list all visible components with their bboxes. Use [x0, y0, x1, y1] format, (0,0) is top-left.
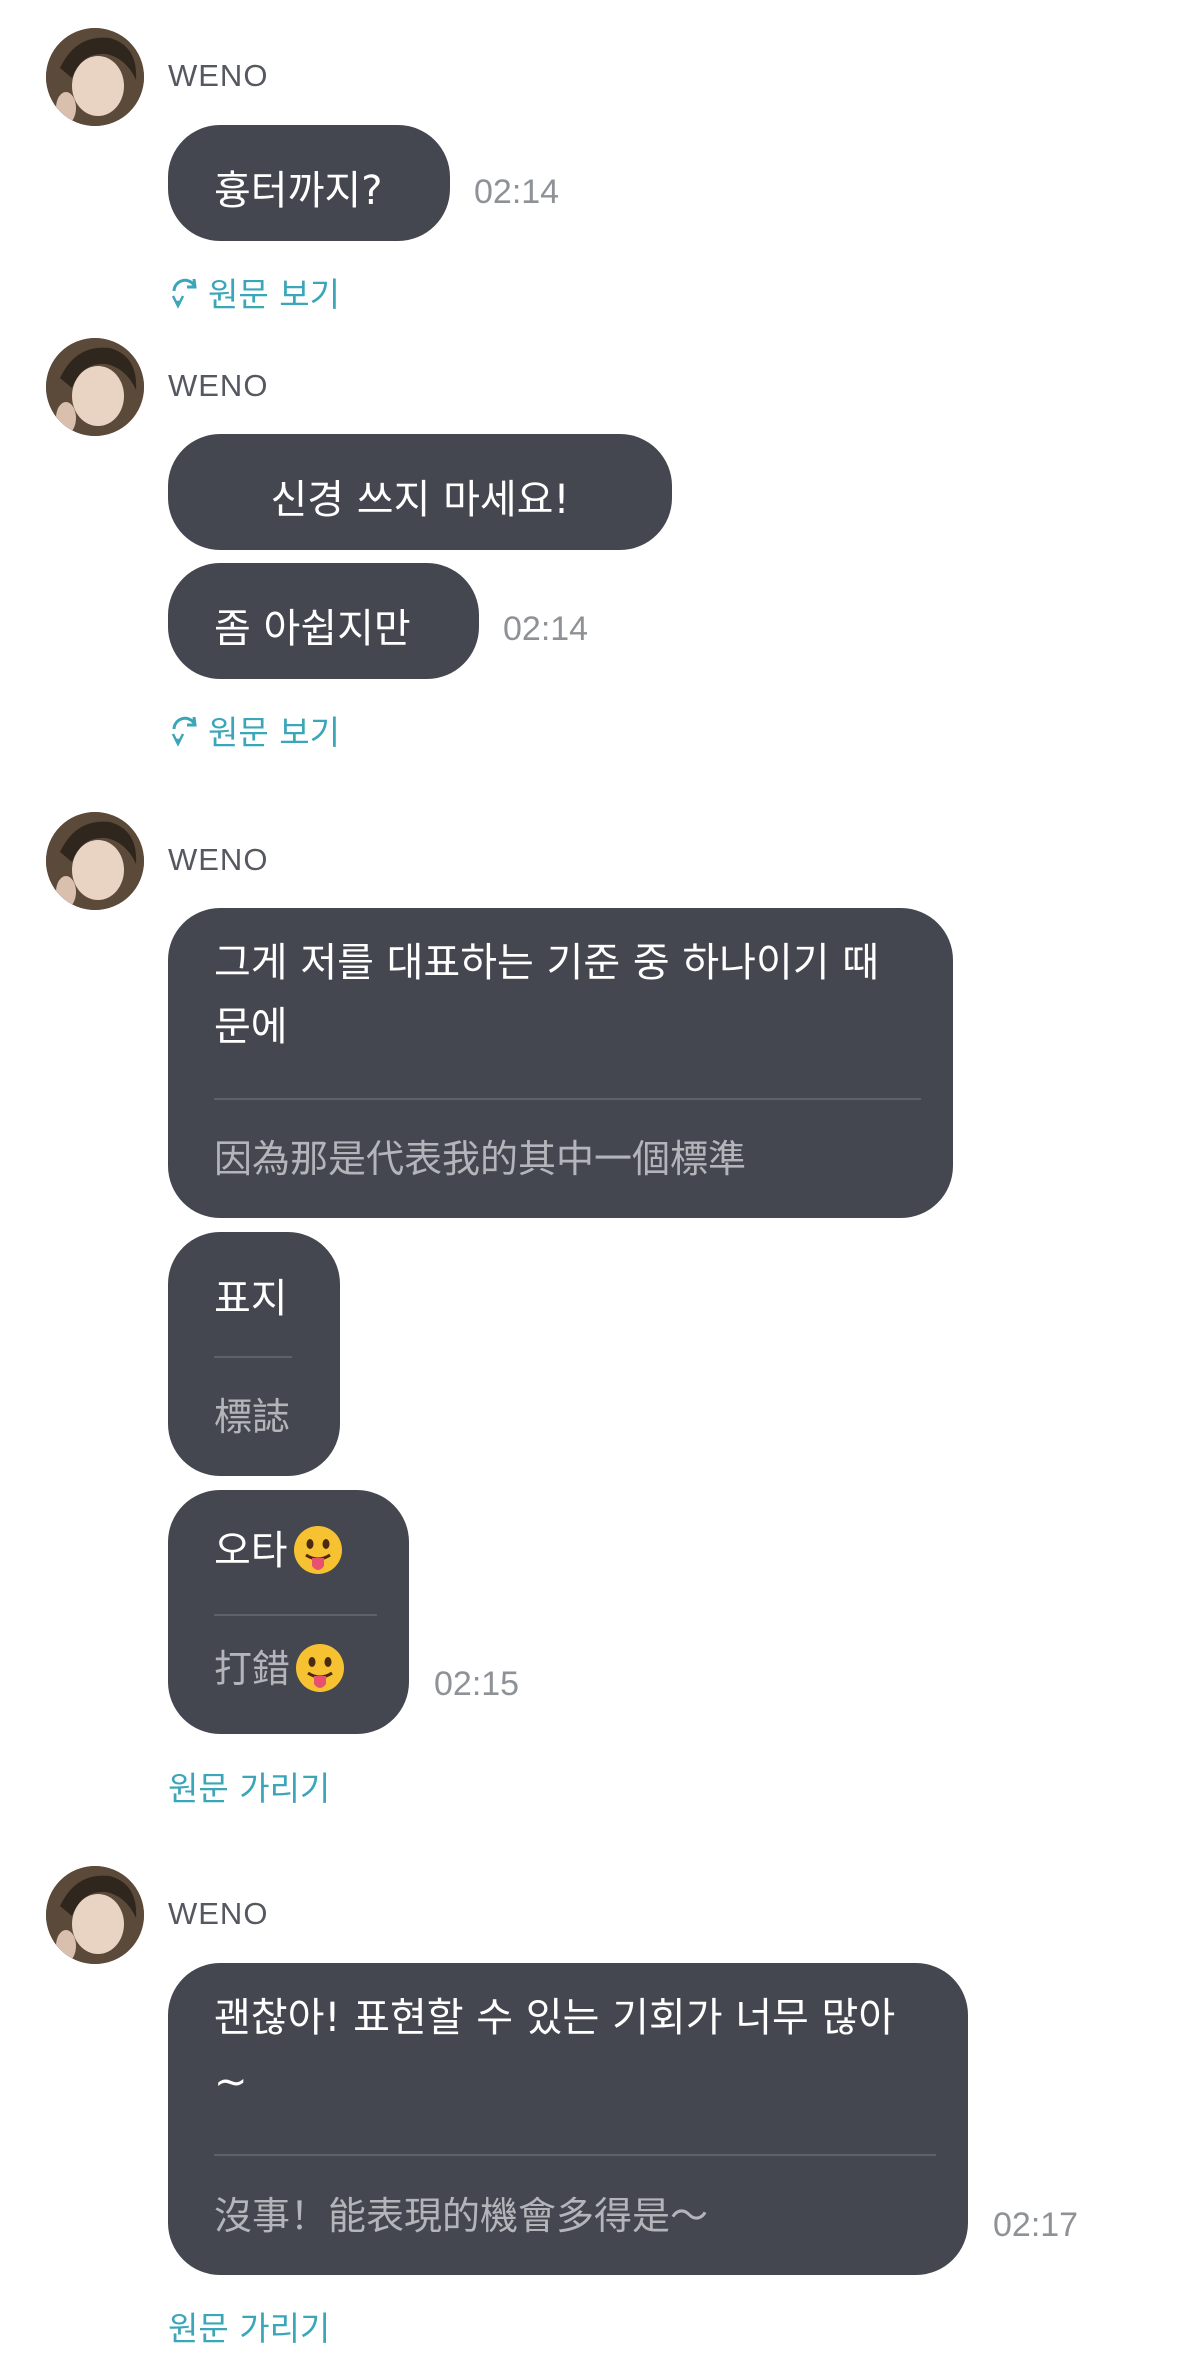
translation-divider: [214, 2154, 936, 2156]
avatar[interactable]: [46, 338, 144, 436]
sender-name: WENO: [168, 842, 269, 877]
sender-name: WENO: [168, 58, 269, 93]
hide-original-link[interactable]: 원문 가리기: [168, 2302, 330, 2350]
timestamp: 02:14: [503, 610, 589, 648]
message-text: 오타: [214, 1518, 344, 1576]
message-text: 신경 쓰지 마세요!: [270, 477, 570, 523]
message-text: 흉터까지?: [214, 168, 383, 214]
avatar-photo-icon: [46, 28, 144, 126]
hide-original-link[interactable]: 원문 가리기: [168, 1762, 330, 1810]
view-original-link[interactable]: 원문 보기: [168, 268, 340, 318]
timestamp: 02:15: [434, 1665, 520, 1703]
avatar[interactable]: [46, 28, 144, 126]
toggle-label: 원문 가리기: [168, 1769, 331, 1808]
translation-text: 打錯: [214, 1638, 346, 1694]
translation-divider: [214, 1614, 377, 1616]
tongue-out-emoji-icon: [296, 1644, 345, 1692]
translation-text: 因為那是代表我的其中一個標準: [214, 1137, 747, 1181]
message-bubble[interactable]: 괜찮아! 표현할 수 있는 기회가 너무 많아~ 沒事！能表現的機會多得是～: [168, 1963, 968, 2275]
translation-text: 沒事！能表現的機會多得是～: [214, 2194, 709, 2238]
message-bubble[interactable]: 흉터까지?: [168, 125, 450, 241]
message-text: 괜찮아! 표현할 수 있는 기회가 너무 많아~: [214, 1995, 896, 2105]
avatar[interactable]: [46, 1866, 144, 1964]
tongue-out-emoji-icon: [293, 1526, 342, 1574]
avatar[interactable]: [46, 812, 144, 910]
avatar-photo-icon: [46, 812, 144, 910]
message-text: 그게 저를 대표하는 기준 중 하나이기 때문에: [214, 940, 880, 1050]
timestamp: 02:17: [993, 2206, 1079, 2244]
translate-refresh-icon: [168, 714, 202, 756]
message-bubble[interactable]: 표지 標誌: [168, 1232, 340, 1476]
message-bubble[interactable]: 좀 아쉽지만: [168, 563, 479, 679]
translation-divider: [214, 1356, 292, 1358]
toggle-label: 원문 가리기: [168, 2309, 331, 2348]
sender-name: WENO: [168, 368, 269, 403]
timestamp: 02:14: [474, 173, 560, 211]
message-bubble[interactable]: 오타 打錯: [168, 1490, 409, 1734]
view-original-link[interactable]: 원문 보기: [168, 706, 340, 756]
translation-text: 標誌: [214, 1395, 291, 1439]
toggle-label: 원문 보기: [208, 713, 340, 752]
translate-refresh-icon: [168, 276, 202, 318]
toggle-label: 원문 보기: [208, 275, 340, 314]
message-text: 좀 아쉽지만: [214, 606, 411, 652]
avatar-photo-icon: [46, 338, 144, 436]
message-text: 표지: [214, 1276, 288, 1322]
translation-divider: [214, 1098, 921, 1100]
avatar-photo-icon: [46, 1866, 144, 1964]
message-bubble[interactable]: 신경 쓰지 마세요!: [168, 434, 672, 550]
sender-name: WENO: [168, 1896, 269, 1931]
message-bubble[interactable]: 그게 저를 대표하는 기준 중 하나이기 때문에 因為那是代表我的其中一個標準: [168, 908, 953, 1218]
